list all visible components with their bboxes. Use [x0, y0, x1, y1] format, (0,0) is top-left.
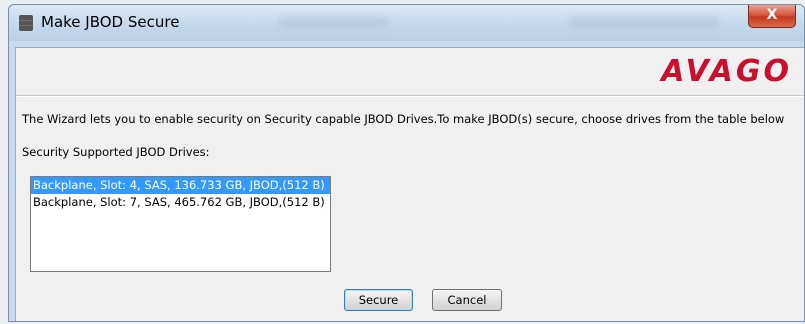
background-blur — [279, 17, 389, 29]
header-separator — [16, 95, 804, 97]
avago-logo: AVAGO — [661, 54, 792, 89]
background-blur — [569, 17, 719, 29]
window-title: Make JBOD Secure — [41, 13, 180, 31]
close-icon: X — [766, 7, 778, 23]
disk-array-icon — [19, 15, 33, 31]
wizard-description: The Wizard lets you to enable security o… — [22, 112, 785, 126]
list-item[interactable]: Backplane, Slot: 4, SAS, 136.733 GB, JBO… — [31, 177, 330, 194]
title-bar[interactable]: Make JBOD Secure X — [9, 5, 804, 41]
dialog-window: Make JBOD Secure X AVAGO The Wizard lets… — [8, 4, 805, 322]
drives-list-label: Security Supported JBOD Drives: — [22, 145, 210, 159]
dialog-content: AVAGO The Wizard lets you to enable secu… — [15, 47, 804, 321]
list-item[interactable]: Backplane, Slot: 7, SAS, 465.762 GB, JBO… — [31, 194, 330, 211]
cancel-button[interactable]: Cancel — [432, 289, 502, 311]
jbod-drives-list[interactable]: Backplane, Slot: 4, SAS, 136.733 GB, JBO… — [30, 176, 331, 272]
secure-button[interactable]: Secure — [344, 289, 413, 311]
close-button[interactable]: X — [748, 5, 796, 28]
